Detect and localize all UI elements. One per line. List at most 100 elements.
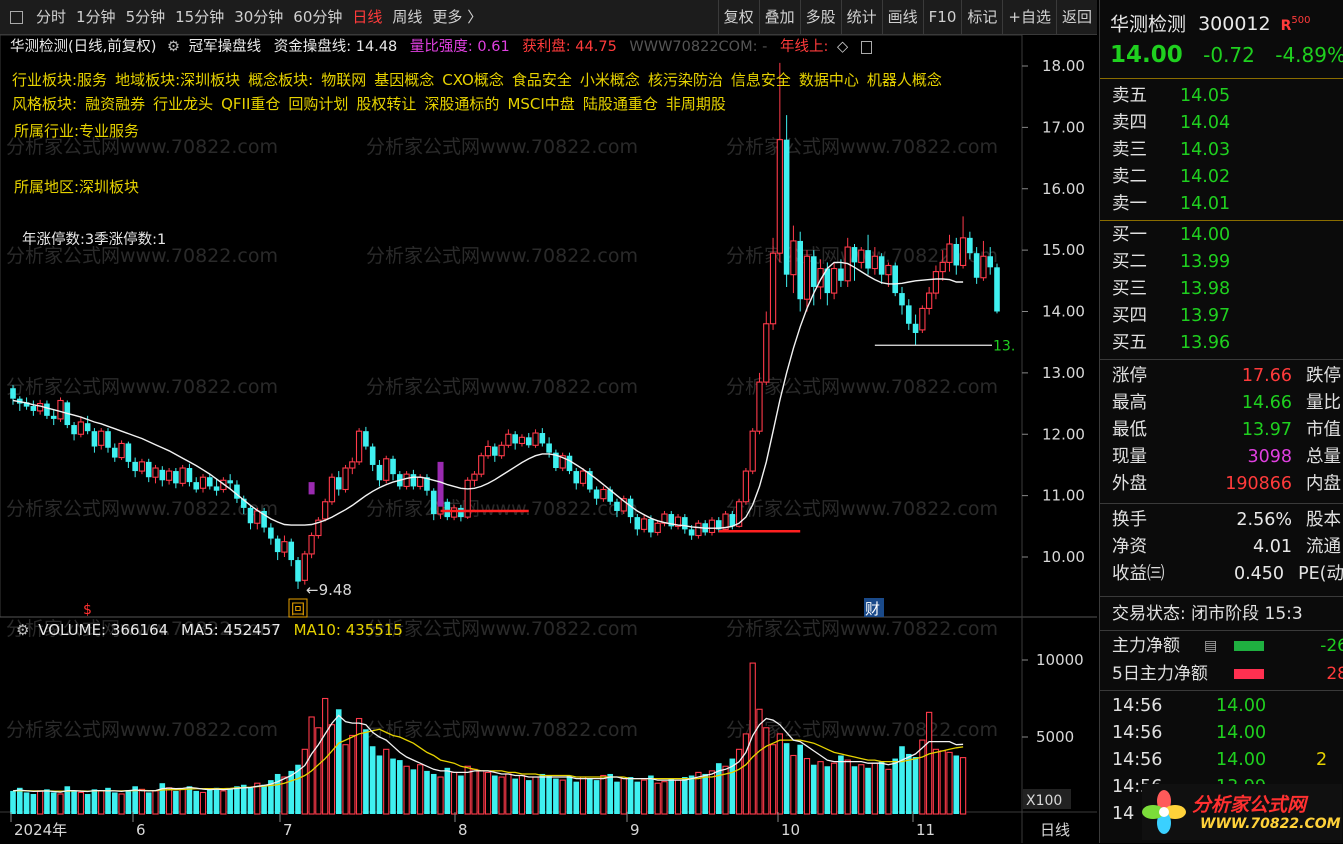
concept-tag[interactable]: QFII重仓 <box>221 95 280 113</box>
volume-bar <box>23 792 30 814</box>
stat-label: 涨停 <box>1112 366 1147 386</box>
period-tab[interactable]: 分时 <box>31 0 71 34</box>
settings-gear-icon[interactable]: ⚙ <box>16 621 29 639</box>
volume-bar <box>648 775 654 814</box>
event-marker-cai[interactable]: 财 <box>865 600 880 618</box>
tool-button[interactable]: F10 <box>922 0 962 34</box>
candle-body <box>274 538 281 553</box>
concept-tag[interactable]: 风格板块: <box>12 95 77 113</box>
tool-button[interactable]: 复权 <box>717 0 759 34</box>
orderbook-price: 14.03 <box>1180 140 1231 160</box>
tool-button[interactable]: 统计 <box>840 0 882 34</box>
concept-tag[interactable]: 数据中心 <box>799 71 859 89</box>
candle-body <box>44 403 50 416</box>
volume-bar <box>173 790 179 814</box>
tick-row: 14:56 14.00 2 <box>1100 747 1343 774</box>
quote-title: 华测检测 300012 R500 <box>1100 0 1343 42</box>
concept-tag[interactable]: 融资融券 <box>85 95 145 113</box>
period-label[interactable]: 日线 <box>1040 821 1070 839</box>
period-tab[interactable]: 15分钟 <box>170 0 229 34</box>
period-tab[interactable]: 1分钟 <box>71 0 121 34</box>
concept-tag[interactable]: 物联网 <box>321 71 366 89</box>
period-tab[interactable]: 周线 <box>387 0 427 34</box>
candle-body <box>600 488 607 500</box>
volume-bar <box>159 783 166 814</box>
volume-bar <box>959 757 967 815</box>
candle-body <box>688 529 695 536</box>
orderbook-row: 买三 13.98 <box>1100 276 1343 303</box>
volume-bar <box>179 788 186 815</box>
tool-button[interactable]: +自选 <box>1002 0 1056 34</box>
concept-tag[interactable]: 机器人概念 <box>867 71 942 89</box>
concept-tag[interactable]: CXO概念 <box>442 71 504 89</box>
tool-button[interactable]: 画线 <box>881 0 923 34</box>
volume-bar <box>640 779 648 815</box>
period-tab[interactable]: 5分钟 <box>121 0 171 34</box>
stat-label: 收益㈢ <box>1112 564 1165 584</box>
candle-body <box>186 468 193 483</box>
volume-bar <box>600 774 607 815</box>
stat-row: 最低 13.97 市值 <box>1100 417 1343 444</box>
orderbook-label: 卖五 <box>1112 86 1147 106</box>
candle-body <box>478 455 485 475</box>
table-icon[interactable]: ▤ <box>1204 632 1234 660</box>
kline-chart[interactable]: 分析家公式网www.70822.com 分析家公式网www.70822.com 分析… <box>0 35 1097 843</box>
orderbook-price: 14.02 <box>1180 167 1231 187</box>
concept-tag[interactable]: 陆股通重仓 <box>583 95 658 113</box>
watermark-text: 分析家公式网www.70822.com <box>366 136 638 158</box>
concept-tag[interactable]: 股权转让 <box>356 95 416 113</box>
period-tab[interactable]: 60分钟 <box>288 0 347 34</box>
concept-tag[interactable]: 地域板块:深圳板块 <box>115 71 240 89</box>
concept-tag[interactable]: 概念板块: <box>248 71 313 89</box>
event-marker-s[interactable]: $ <box>83 602 92 618</box>
period-tab[interactable]: 日线 <box>347 0 387 34</box>
period-tab[interactable]: 30分钟 <box>229 0 288 34</box>
candle-body <box>783 139 790 275</box>
period-tab[interactable]: 更多 〉 <box>427 0 487 34</box>
candle-body <box>512 434 518 444</box>
concept-tag[interactable]: 基因概念 <box>374 71 434 89</box>
indicator-name[interactable]: 冠军操盘线 <box>189 39 262 55</box>
main-net5-label: 5日主力净额 <box>1112 664 1208 684</box>
settings-gear-icon[interactable]: ⚙ <box>167 39 180 55</box>
volume-bar <box>308 716 315 815</box>
candle-body <box>838 268 844 281</box>
volume-bar <box>471 768 478 815</box>
watermark-text: 分析家公式网www.70822.com <box>6 719 278 741</box>
tool-button[interactable]: 标记 <box>961 0 1002 34</box>
candle-body <box>301 553 308 581</box>
tool-button[interactable]: 多股 <box>799 0 841 34</box>
volume-bar <box>437 776 444 815</box>
concept-tag[interactable]: 行业龙头 <box>153 95 213 113</box>
candle-body <box>159 469 166 481</box>
candle-body <box>525 437 532 446</box>
volume-bar <box>478 770 485 815</box>
candle-body <box>173 471 179 484</box>
orderbook-label: 买五 <box>1112 333 1147 353</box>
concept-tag[interactable]: MSCI中盘 <box>507 95 574 113</box>
concept-tag[interactable]: 食品安全 <box>512 71 572 89</box>
concept-tag[interactable]: 核污染防治 <box>648 71 723 89</box>
candle-body <box>281 541 288 553</box>
y-tick-label: 11.00 <box>1042 487 1085 505</box>
candle-body <box>193 482 200 490</box>
concept-tag[interactable]: 行业板块:服务 <box>12 71 107 89</box>
x-tick-label: 6 <box>136 821 146 839</box>
concept-tag[interactable]: 深股通标的 <box>424 95 499 113</box>
tool-button[interactable]: 叠加 <box>758 0 800 34</box>
tool-button[interactable]: 返回 <box>1055 0 1097 34</box>
checkbox-icon[interactable] <box>10 10 23 24</box>
candle-body <box>165 470 173 481</box>
volume-bar <box>342 744 349 815</box>
concept-tag[interactable]: 回购计划 <box>288 95 348 113</box>
panel-toggle-icon[interactable] <box>860 40 872 54</box>
concept-tag[interactable]: 小米概念 <box>580 71 640 89</box>
volume-bar <box>661 781 668 815</box>
diamond-icon[interactable]: ◇ <box>837 39 848 55</box>
event-marker-hui[interactable]: 回 <box>291 602 305 618</box>
x-tick-label: 10 <box>781 821 800 839</box>
concept-tag[interactable]: 信息安全 <box>731 71 791 89</box>
indicator-header: 华测检测(日线,前复权) ⚙ 冠军操盘线 资金操盘线: 14.48 量比强度: … <box>10 36 872 58</box>
concept-tag[interactable]: 非周期股 <box>666 95 726 113</box>
candle-body <box>328 476 336 503</box>
